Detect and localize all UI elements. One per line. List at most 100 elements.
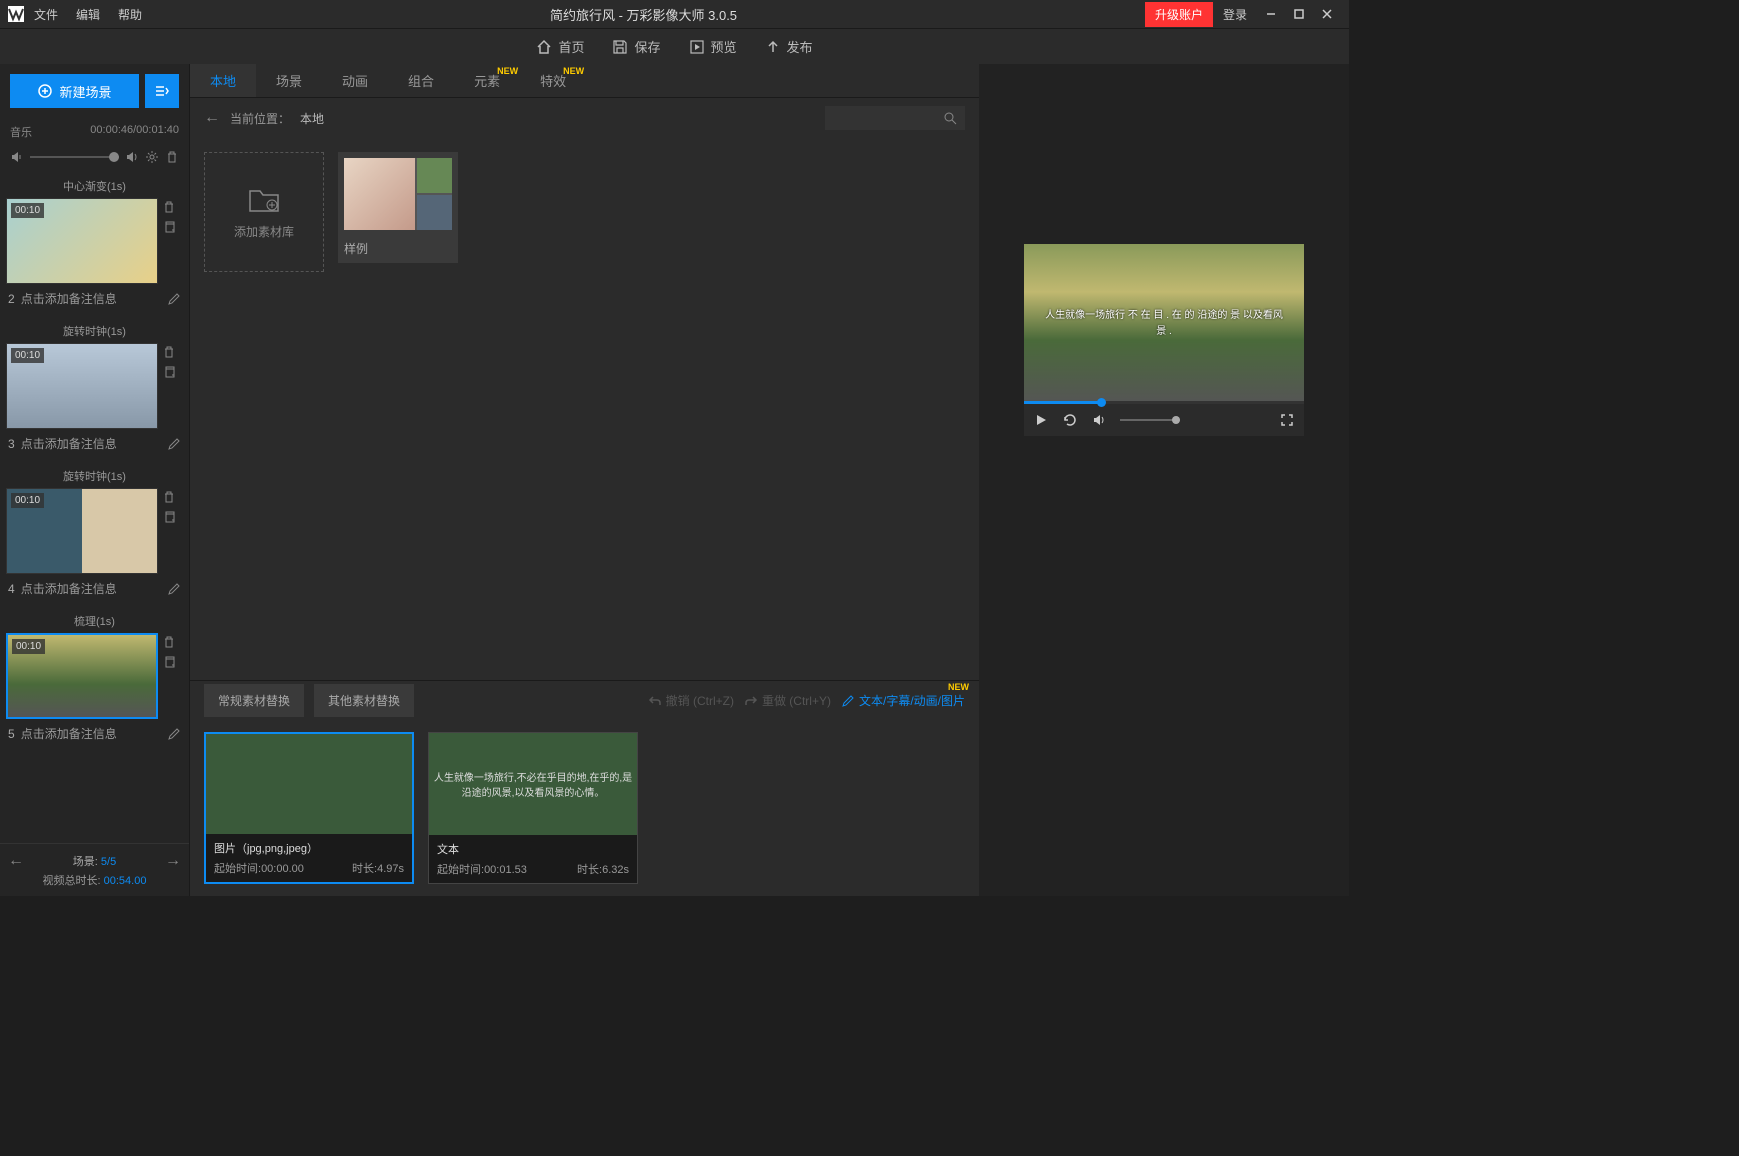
scene-thumbnail[interactable]: 00:10 — [6, 198, 158, 284]
center-panel: 本地 场景 动画 组合 元素NEW 特效NEW ← 当前位置： 本地 添加素材库 — [190, 64, 979, 896]
trash-icon[interactable] — [162, 490, 176, 504]
login-button[interactable]: 登录 — [1213, 2, 1257, 27]
scene-note-placeholder: 点击添加备注信息 — [21, 290, 117, 307]
preview-progress[interactable] — [1024, 401, 1304, 404]
preview-overlay-text: 人生就像一场旅行 不 在 目 . 在 的 沿途的 景 以及看风景 . — [1024, 308, 1304, 340]
sample-folder[interactable]: 样例 — [338, 152, 458, 263]
tab-combo[interactable]: 组合 — [388, 64, 454, 97]
asset-tabs: 本地 场景 动画 组合 元素NEW 特效NEW — [190, 64, 979, 98]
preview-button[interactable]: 预览 — [689, 37, 737, 56]
left-panel: 新建场景 音乐 00:00:46/00:01:40 中心渐变(1s) 00:10 — [0, 64, 190, 896]
clip-text[interactable]: 人生就像一场旅行,不必在乎目的地,在乎的,是沿途的风景,以及看风景的心情。 文本… — [428, 732, 638, 884]
scene-duration: 00:10 — [11, 493, 44, 508]
volume-down-icon[interactable] — [10, 150, 24, 164]
music-time: 00:00:46/00:01:40 — [90, 124, 179, 140]
menu-edit[interactable]: 编辑 — [76, 6, 100, 23]
scene-list: 中心渐变(1s) 00:10 2 点击添加备注信息 旋转时钟(1s) — [0, 174, 189, 843]
menu-file[interactable]: 文件 — [34, 6, 58, 23]
sequence-button[interactable] — [145, 74, 179, 108]
scene-note-placeholder: 点击添加备注信息 — [21, 435, 117, 452]
scene-number: 4 — [8, 582, 15, 596]
volume-slider[interactable] — [30, 156, 119, 158]
search-icon — [943, 111, 957, 125]
copy-icon[interactable] — [162, 655, 176, 669]
scene-caption[interactable]: 4 点击添加备注信息 — [6, 574, 183, 603]
trash-icon[interactable] — [162, 635, 176, 649]
pencil-icon[interactable] — [167, 582, 181, 596]
breadcrumb-location: 本地 — [300, 110, 324, 127]
fullscreen-button[interactable] — [1280, 413, 1294, 427]
tab-element[interactable]: 元素NEW — [454, 64, 520, 97]
trash-icon[interactable] — [165, 150, 179, 164]
tab-local[interactable]: 本地 — [190, 64, 256, 97]
undo-button[interactable]: 撤销 (Ctrl+Z) — [648, 692, 734, 709]
next-scene-button[interactable]: → — [165, 852, 181, 870]
pencil-icon[interactable] — [167, 727, 181, 741]
minimize-button[interactable] — [1257, 0, 1285, 28]
volume-slider[interactable] — [1120, 419, 1180, 421]
upgrade-button[interactable]: 升级账户 — [1145, 2, 1213, 27]
pencil-icon — [841, 694, 855, 708]
scene-thumbnail[interactable]: 00:10 — [6, 633, 158, 719]
tab-effect[interactable]: 特效NEW — [520, 64, 586, 97]
edit-content-link[interactable]: 文本/字幕/动画/图片 NEW — [841, 692, 965, 709]
publish-button[interactable]: 发布 — [765, 37, 813, 56]
menu-help[interactable]: 帮助 — [118, 6, 142, 23]
scene-caption[interactable]: 3 点击添加备注信息 — [6, 429, 183, 458]
trash-icon[interactable] — [162, 345, 176, 359]
redo-button[interactable]: 重做 (Ctrl+Y) — [744, 692, 831, 709]
breadcrumb-row: ← 当前位置： 本地 — [190, 98, 979, 138]
add-library-button[interactable]: 添加素材库 — [204, 152, 324, 272]
total-duration-label: 视频总时长: — [43, 875, 101, 887]
scene-thumbnail[interactable]: 00:10 — [6, 488, 158, 574]
scene-caption[interactable]: 2 点击添加备注信息 — [6, 284, 183, 313]
main-layout: 新建场景 音乐 00:00:46/00:01:40 中心渐变(1s) 00:10 — [0, 64, 1349, 896]
tab-other-replace[interactable]: 其他素材替换 — [314, 684, 414, 717]
new-badge: NEW — [497, 66, 518, 76]
gear-icon[interactable] — [145, 150, 159, 164]
home-button[interactable]: 首页 — [536, 37, 584, 56]
tab-animation[interactable]: 动画 — [322, 64, 388, 97]
clip-preview: 人生就像一场旅行,不必在乎目的地,在乎的,是沿途的风景,以及看风景的心情。 — [429, 733, 637, 835]
play-button[interactable] — [1034, 413, 1048, 427]
back-button[interactable]: ← — [204, 109, 220, 127]
sample-label: 样例 — [344, 240, 452, 257]
copy-icon[interactable] — [162, 510, 176, 524]
scene-thumbnail[interactable]: 00:10 — [6, 343, 158, 429]
search-input[interactable] — [825, 106, 965, 130]
upload-icon — [765, 39, 781, 55]
trash-icon[interactable] — [162, 200, 176, 214]
volume-up-icon[interactable] — [125, 150, 139, 164]
scene-count-label: 场景: — [73, 856, 98, 868]
new-scene-button[interactable]: 新建场景 — [10, 74, 139, 108]
pencil-icon[interactable] — [167, 292, 181, 306]
clip-image[interactable]: 图片（jpg,png,jpeg） 起始时间:00:00.00 时长:4.97s — [204, 732, 414, 884]
clip-info: 文本 起始时间:00:01.53 时长:6.32s — [429, 835, 637, 883]
scene-number: 2 — [8, 292, 15, 306]
save-icon — [612, 39, 628, 55]
home-icon — [536, 39, 552, 55]
scene-number: 3 — [8, 437, 15, 451]
pencil-icon[interactable] — [167, 437, 181, 451]
list-icon — [153, 82, 171, 100]
preview-player: 人生就像一场旅行 不 在 目 . 在 的 沿途的 景 以及看风景 . — [1024, 244, 1304, 436]
tab-normal-replace[interactable]: 常规素材替换 — [204, 684, 304, 717]
music-info: 音乐 00:00:46/00:01:40 — [0, 118, 189, 146]
save-button[interactable]: 保存 — [612, 37, 660, 56]
tab-scene[interactable]: 场景 — [256, 64, 322, 97]
asset-gallery: 添加素材库 样例 — [190, 138, 979, 680]
scene-caption[interactable]: 5 点击添加备注信息 — [6, 719, 183, 748]
copy-icon[interactable] — [162, 220, 176, 234]
scene-count: 5/5 — [101, 856, 116, 868]
scene-duration: 00:10 — [11, 203, 44, 218]
maximize-button[interactable] — [1285, 0, 1313, 28]
close-button[interactable] — [1313, 0, 1341, 28]
titlebar-actions: 升级账户 登录 — [1145, 0, 1341, 28]
player-controls — [1024, 404, 1304, 436]
loop-button[interactable] — [1062, 412, 1078, 428]
editor-bar: 常规素材替换 其他素材替换 撤销 (Ctrl+Z) 重做 (Ctrl+Y) 文本… — [190, 680, 979, 720]
volume-button[interactable] — [1092, 413, 1106, 427]
titlebar: 文件 编辑 帮助 简约旅行风 - 万彩影像大师 3.0.5 升级账户 登录 — [0, 0, 1349, 28]
copy-icon[interactable] — [162, 365, 176, 379]
prev-scene-button[interactable]: ← — [8, 852, 24, 870]
